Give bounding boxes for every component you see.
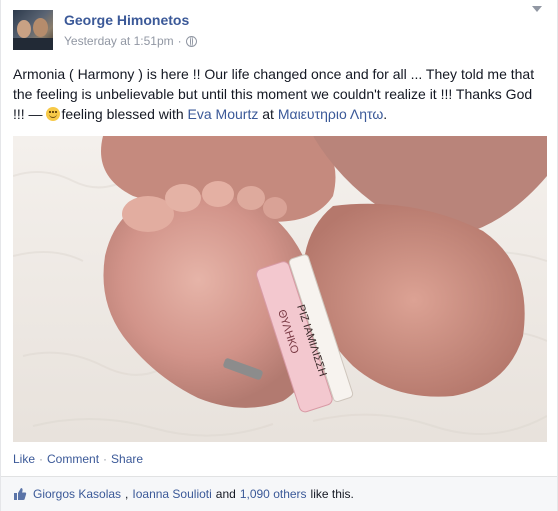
avatar-body xyxy=(13,38,53,50)
liker-name-2[interactable]: Ioanna Soulioti xyxy=(132,487,211,501)
post-status-text: Armonia ( Harmony ) is here !! Our life … xyxy=(13,64,547,124)
likes-summary: Giorgos Kasolas, Ioanna Soulioti and 1,0… xyxy=(1,476,557,511)
globe-icon[interactable] xyxy=(185,35,197,47)
avatar[interactable] xyxy=(13,10,53,50)
actions-separator: · xyxy=(39,452,44,466)
status-feeling: feeling blessed with xyxy=(61,106,188,122)
chevron-down-icon[interactable] xyxy=(532,6,542,12)
smile-emoticon-icon xyxy=(46,107,61,121)
likes-and: and xyxy=(215,487,236,501)
share-button[interactable]: Share xyxy=(111,452,143,466)
status-end: . xyxy=(383,106,388,122)
post-author-name[interactable]: George Himonetos xyxy=(64,12,189,28)
post-meta: Yesterday at 1:51pm · xyxy=(64,34,197,48)
like-button[interactable]: Like xyxy=(13,452,35,466)
post-photo[interactable]: ΡΙΖ ΙΑΜΙΛΙΣΣΗ ΘΥΛΗΚΟ xyxy=(13,136,547,442)
thumbs-up-icon xyxy=(14,488,27,500)
likes-others-link[interactable]: 1,090 others xyxy=(240,487,307,501)
likes-suffix: like this. xyxy=(310,487,354,501)
meta-separator: · xyxy=(177,34,182,48)
likes-comma: , xyxy=(125,487,129,501)
location-link[interactable]: Μαιευτηριο Λητω xyxy=(278,106,383,122)
post-actions: Like · Comment · Share xyxy=(13,452,143,466)
avatar-face-right xyxy=(33,18,48,37)
facebook-post: George Himonetos Yesterday at 1:51pm · A… xyxy=(0,0,558,511)
post-timestamp[interactable]: Yesterday at 1:51pm xyxy=(64,34,174,48)
status-at: at xyxy=(258,106,278,122)
liker-name-1[interactable]: Giorgos Kasolas xyxy=(33,487,121,501)
avatar-face-left xyxy=(17,20,31,38)
comment-button[interactable]: Comment xyxy=(47,452,99,466)
tagged-person-link[interactable]: Eva Mourtz xyxy=(188,106,259,122)
baby-foot-photo: ΡΙΖ ΙΑΜΙΛΙΣΣΗ ΘΥΛΗΚΟ xyxy=(13,136,547,442)
actions-separator: · xyxy=(103,452,108,466)
